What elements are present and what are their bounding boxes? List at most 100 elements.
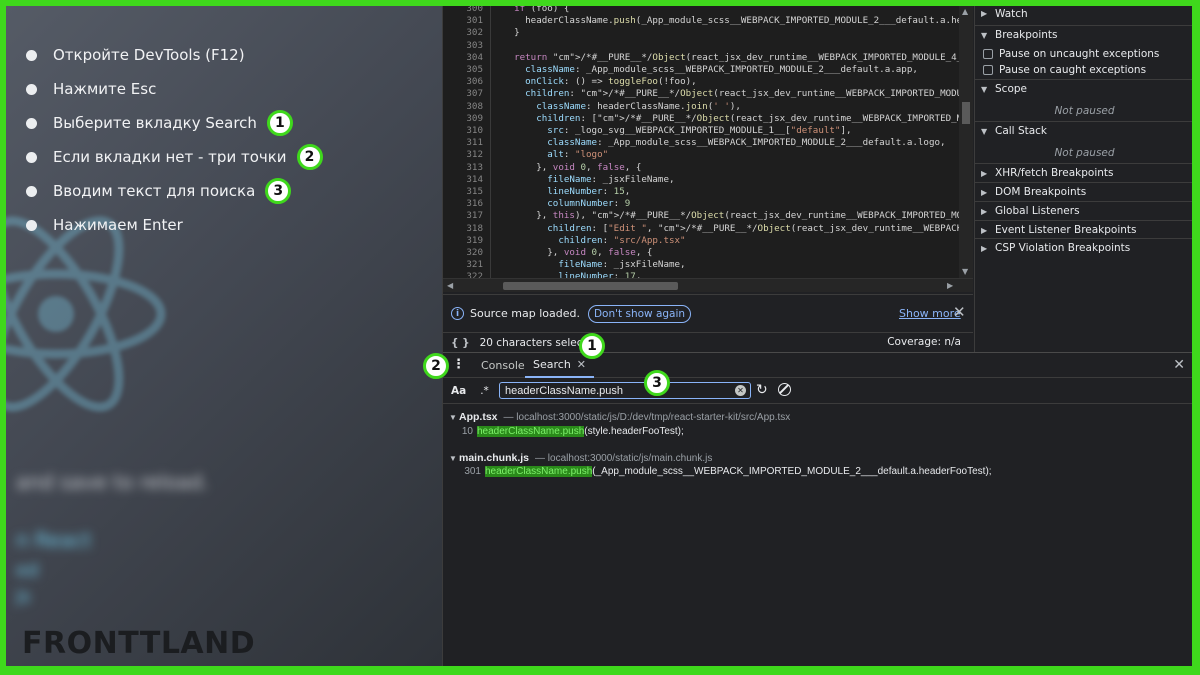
pause-uncaught-checkbox[interactable]: Pause on uncaught exceptions	[975, 46, 1192, 62]
scroll-down-icon[interactable]: ▼	[962, 267, 968, 276]
result-line-number: 301	[464, 466, 481, 477]
code-editor[interactable]: 300 if (foo) {301 headerClassName.push(_…	[443, 6, 973, 278]
code-line-text: children: "cm">/*#__PURE__*/Object(react…	[525, 88, 973, 100]
tab-search[interactable]: Search ✕	[525, 353, 595, 378]
result-highlight: headerClassName.push	[477, 426, 585, 437]
call-stack-section-header[interactable]: ▼ Call Stack	[975, 121, 1192, 140]
code-line-text: columnNumber: 9	[547, 198, 631, 210]
search-input[interactable]	[499, 382, 751, 399]
info-icon: i	[451, 307, 464, 320]
dont-show-again-button[interactable]: Don't show again	[587, 304, 692, 323]
csp-violation-breakpoints-header[interactable]: ▶ CSP Violation Breakpoints	[975, 238, 1192, 257]
step-text: Откройте DevTools (F12)	[53, 46, 245, 64]
search-toolbar: Aa .* ✕ ↻	[443, 378, 1192, 404]
global-listeners-header[interactable]: ▶ Global Listeners	[975, 201, 1192, 220]
tab-console[interactable]: Console	[473, 353, 533, 378]
bullet-icon	[26, 49, 37, 61]
clear-results-icon[interactable]	[778, 383, 791, 396]
line-number: 301	[466, 15, 483, 27]
result-file-path: — localhost:3000/static/js/D:/dev/tmp/re…	[503, 411, 791, 423]
show-more-link[interactable]: Show more	[899, 307, 961, 320]
horizontal-scrollbar[interactable]: ◀ ▶	[443, 278, 973, 292]
scrollbar-thumb[interactable]	[962, 102, 970, 124]
code-line-text: onClick: () => toggleFoo(!foo),	[525, 76, 697, 88]
tab-label: Search	[533, 358, 571, 371]
result-file-path: — localhost:3000/static/js/main.chunk.js	[535, 452, 713, 464]
watch-section-header[interactable]: ▶ Watch	[975, 6, 1192, 21]
slide-frame: and save to reload. n React ed js Открой…	[6, 6, 1192, 666]
blurred-background-text: ed	[16, 560, 39, 581]
search-results: ▼ App.tsx — localhost:3000/static/js/D:/…	[443, 404, 1192, 666]
checkbox-label: Pause on caught exceptions	[999, 64, 1147, 76]
blurred-background-text: n React	[16, 528, 92, 552]
result-match-row[interactable]: 10 headerClassName.push (style.headerFoo…	[443, 426, 684, 437]
line-number: 311	[466, 137, 483, 149]
close-icon[interactable]: ✕	[953, 303, 966, 321]
clear-search-icon[interactable]: ✕	[735, 385, 746, 396]
regex-toggle[interactable]: .*	[480, 385, 489, 397]
refresh-icon[interactable]: ↻	[756, 382, 768, 398]
scroll-left-icon[interactable]: ◀	[447, 281, 453, 290]
step-item: Нажмите Esc	[26, 72, 323, 106]
callout-badge-2: 2	[423, 353, 449, 379]
devtools-window: 300 if (foo) {301 headerClassName.push(_…	[423, 6, 1192, 666]
scope-section-header[interactable]: ▼ Scope	[975, 79, 1192, 98]
section-label: Scope	[995, 83, 1027, 95]
editor-statusbar: { } 20 characters selected Coverage: n/a	[443, 332, 973, 352]
close-icon[interactable]: ✕	[577, 358, 586, 371]
match-case-toggle[interactable]: Aa	[451, 385, 466, 397]
result-line-text: (_App_module_scss__WEBPACK_IMPORTED_MODU…	[592, 466, 992, 477]
event-listener-breakpoints-header[interactable]: ▶ Event Listener Breakpoints	[975, 220, 1192, 239]
vertical-scrollbar[interactable]: ▲ ▼	[959, 6, 973, 278]
code-line-text: headerClassName.push(_App_module_scss__W…	[503, 15, 968, 27]
result-match-row[interactable]: 301 headerClassName.push (_App_module_sc…	[443, 466, 992, 477]
more-tools-menu-icon[interactable]: ⋮	[452, 357, 465, 372]
infobar-message: Source map loaded.	[470, 307, 580, 320]
code-line-text: }	[503, 27, 520, 39]
drawer-tabbar: ⋮ Console Search ✕ ✕	[443, 352, 1192, 378]
code-line-text: fileName: _jsxFileName,	[547, 173, 675, 185]
line-number: 322	[466, 271, 483, 278]
dom-breakpoints-header[interactable]: ▶ DOM Breakpoints	[975, 182, 1192, 201]
code-line-text: src: _logo_svg__WEBPACK_IMPORTED_MODULE_…	[547, 125, 852, 136]
breakpoints-section-header[interactable]: ▼ Breakpoints	[975, 25, 1192, 44]
code-line-text: }, void 0, false, {	[503, 247, 653, 258]
line-number: 314	[466, 173, 483, 185]
step-text: Выберите вкладку Search	[53, 114, 257, 132]
expand-icon: ▶	[981, 225, 988, 235]
xhr-breakpoints-header[interactable]: ▶ XHR/fetch Breakpoints	[975, 163, 1192, 182]
expand-icon: ▶	[981, 168, 988, 178]
step-number-badge: 3	[265, 178, 292, 204]
line-number: 313	[466, 161, 483, 173]
code-line-text: className: headerClassName.join(' '),	[536, 100, 741, 112]
bullet-icon	[26, 83, 37, 95]
checkbox-icon[interactable]	[983, 49, 993, 59]
result-file-header[interactable]: ▼ main.chunk.js — localhost:3000/static/…	[449, 452, 712, 464]
steps-list: Откройте DevTools (F12) Нажмите Esc Выбе…	[26, 38, 323, 242]
line-number: 304	[466, 51, 483, 63]
result-file-header[interactable]: ▼ App.tsx — localhost:3000/static/js/D:/…	[449, 411, 790, 423]
line-number: 303	[466, 39, 483, 51]
collapse-icon: ▼	[981, 126, 988, 136]
scroll-up-icon[interactable]: ▲	[962, 7, 968, 16]
code-line-text: fileName: _jsxFileName,	[558, 259, 686, 271]
pause-caught-checkbox[interactable]: Pause on caught exceptions	[975, 62, 1192, 78]
scrollbar-thumb[interactable]	[503, 282, 678, 290]
section-label: XHR/fetch Breakpoints	[995, 167, 1114, 179]
code-line-text: }, void 0, false, {	[503, 161, 642, 173]
line-number: 308	[466, 100, 483, 112]
coverage-status: Coverage: n/a	[887, 336, 961, 348]
line-number: 305	[466, 64, 483, 75]
expand-icon: ▶	[981, 206, 988, 216]
pretty-print-icon[interactable]: { }	[451, 337, 470, 349]
step-number-badge: 2	[296, 144, 323, 170]
scroll-right-icon[interactable]: ▶	[947, 281, 953, 290]
bullet-icon	[26, 151, 37, 163]
line-number: 310	[466, 125, 483, 136]
step-item: Выберите вкладку Search 1	[26, 106, 323, 140]
code-line-text: }, this), "cm">/*#__PURE__*/Object(react…	[503, 210, 973, 222]
expand-icon: ▶	[981, 187, 988, 197]
close-drawer-icon[interactable]: ✕	[1173, 357, 1185, 373]
checkbox-icon[interactable]	[983, 65, 993, 75]
result-line-text: (style.headerFooTest);	[584, 426, 684, 437]
